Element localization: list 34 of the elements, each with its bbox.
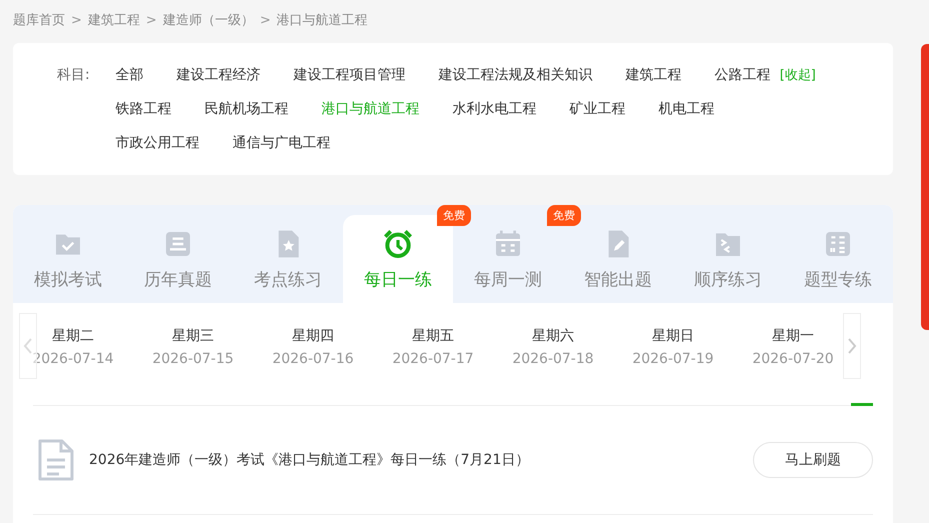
subject-option[interactable]: 民航机场工程 — [204, 99, 289, 119]
subject-option[interactable]: 建设工程项目管理 — [294, 65, 406, 85]
chevron-left-icon — [23, 337, 33, 355]
subject-option[interactable]: 全部 — [116, 65, 144, 85]
subject-option[interactable]: 水利水电工程 — [452, 99, 537, 119]
breadcrumb-separator: > — [146, 12, 157, 28]
chevron-right-icon — [847, 337, 857, 355]
weekday-label[interactable]: 星期六 — [532, 327, 574, 345]
weekday-label[interactable]: 星期四 — [292, 327, 334, 345]
weekday-label[interactable]: 星期一 — [772, 327, 814, 345]
subject-option[interactable]: 建筑工程 — [626, 65, 682, 85]
subject-label: 科目: — [57, 66, 90, 85]
weekday-label[interactable]: 星期日 — [652, 327, 694, 345]
subject-option[interactable]: 机电工程 — [658, 99, 715, 119]
breadcrumb-separator: > — [71, 12, 82, 28]
next-button[interactable] — [843, 313, 861, 379]
weekday-label[interactable]: 星期二 — [52, 327, 94, 345]
clock-icon — [382, 228, 414, 260]
subject-option[interactable]: 建设工程法规及相关知识 — [438, 65, 593, 85]
free-badge: 免费 — [437, 205, 471, 226]
document-icon — [37, 438, 75, 482]
weekday-label[interactable]: 星期五 — [412, 327, 454, 345]
subject-option[interactable]: 铁路工程 — [116, 99, 172, 119]
selected-indicator — [851, 403, 873, 406]
subject-option[interactable]: 矿业工程 — [570, 99, 626, 119]
subject-option[interactable]: 公路工程 — [714, 65, 771, 85]
exercise-title: 2026年建造师（一级）考试《港口与航道工程》每日一练（7月21日） — [89, 451, 530, 469]
subject-option[interactable]: 通信与广电工程 — [232, 133, 331, 153]
free-badge: 免费 — [547, 205, 581, 226]
weekday-label[interactable]: 星期三 — [172, 327, 214, 345]
breadcrumb-separator: > — [260, 12, 271, 28]
subject-option[interactable]: 市政公用工程 — [116, 133, 200, 153]
start-button[interactable]: 马上刷题 — [753, 442, 873, 478]
subject-option[interactable]: 建设工程经济 — [176, 65, 261, 85]
